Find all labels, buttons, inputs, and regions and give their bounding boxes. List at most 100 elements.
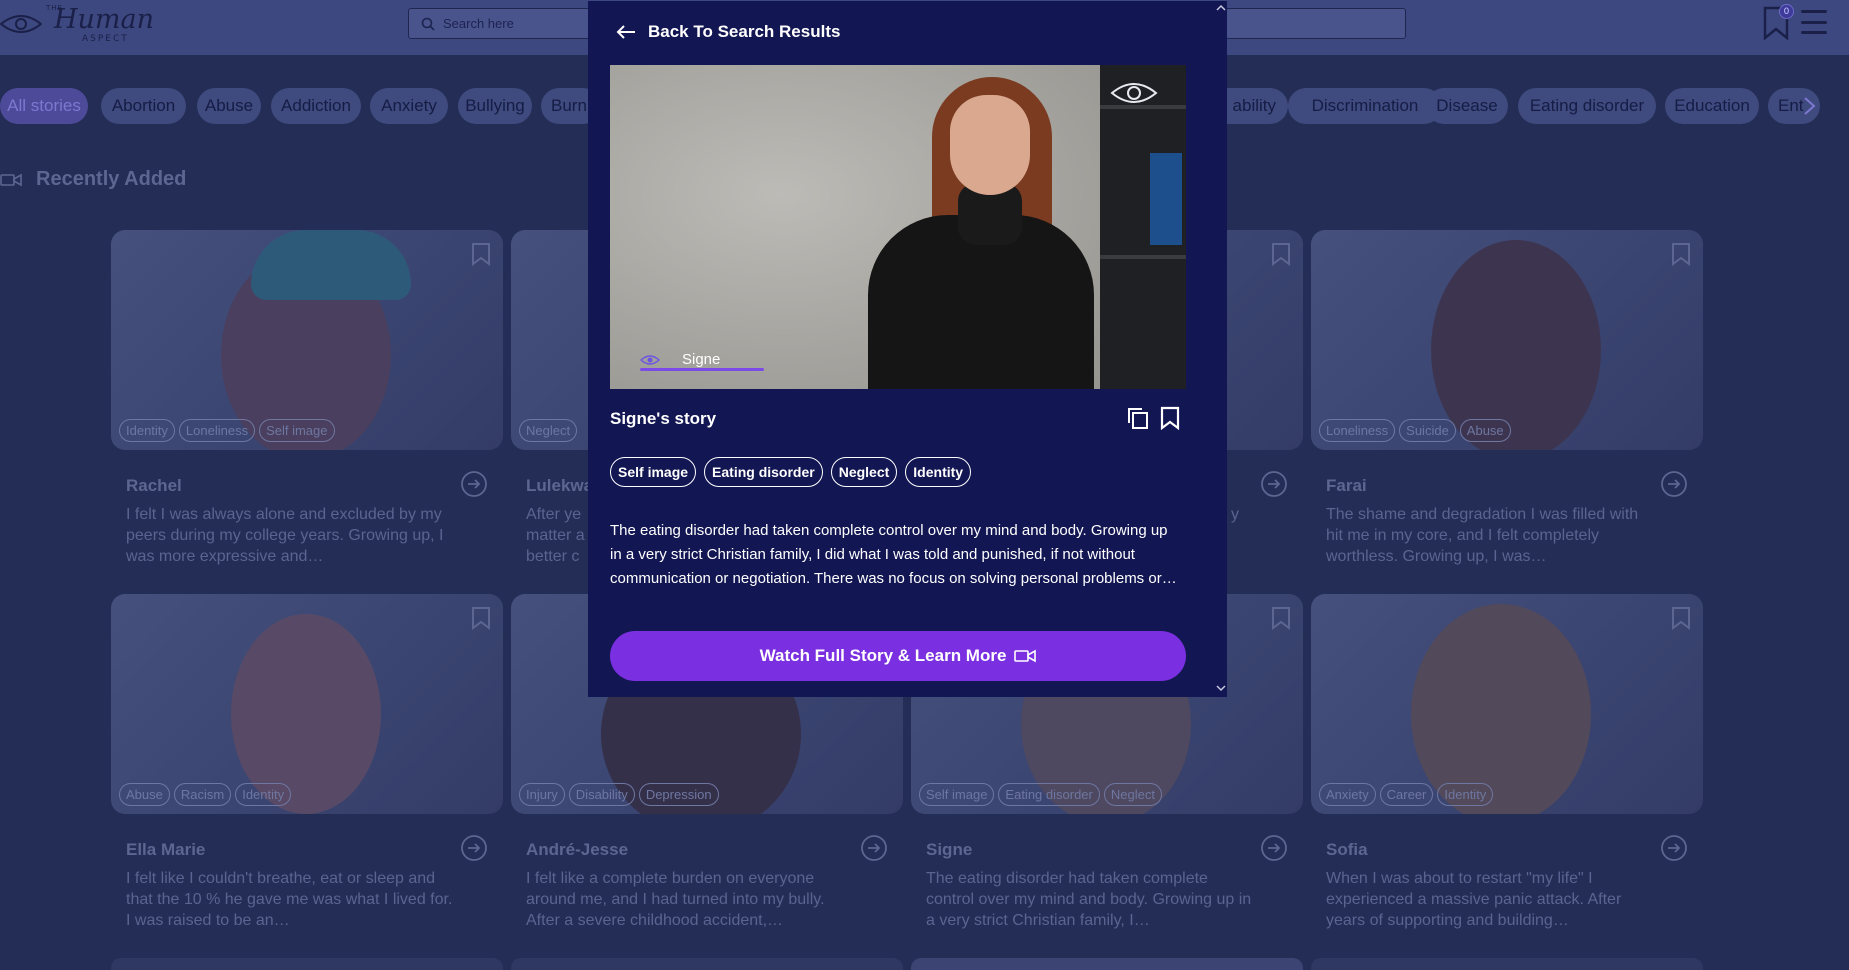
card-name: André-Jesse xyxy=(526,840,629,859)
card-excerpt: I felt I was always alone and excluded b… xyxy=(126,506,444,565)
card-tag[interactable]: Abuse xyxy=(119,783,170,806)
bookmark-icon[interactable] xyxy=(471,242,491,266)
arrow-right-circle-icon[interactable] xyxy=(460,470,488,498)
eye-icon xyxy=(640,354,660,365)
bookmarks-button[interactable]: 0 xyxy=(1762,4,1794,41)
caption-underline xyxy=(640,368,764,371)
card-tag[interactable]: Identity xyxy=(235,783,292,806)
card-tags: Loneliness Suicide Abuse xyxy=(1319,419,1511,442)
card-thumbnail: Anxiety Career Identity xyxy=(1311,594,1703,814)
tag-anxiety[interactable]: Anxiety xyxy=(370,88,448,124)
card-tag[interactable]: Loneliness xyxy=(178,419,256,442)
story-tag[interactable]: Neglect xyxy=(830,457,898,487)
card-excerpt: When I was about to restart "my life" I … xyxy=(1326,870,1622,929)
card-tags: Identity Loneliness Self image xyxy=(119,419,335,442)
watch-label: Watch Full Story & Learn More xyxy=(759,646,1007,665)
story-excerpt: The eating disorder had taken complete c… xyxy=(610,522,1177,587)
card-tag[interactable]: Depression xyxy=(638,783,719,806)
arrow-right-circle-icon[interactable] xyxy=(860,834,888,862)
story-title: Signe's story xyxy=(610,409,717,428)
chevron-down-icon[interactable] xyxy=(1216,683,1226,693)
card-excerpt: The eating disorder had taken complete c… xyxy=(926,870,1252,929)
logo[interactable]: THE Human ASPECT xyxy=(0,2,154,46)
video-player[interactable]: Signe xyxy=(610,65,1186,389)
card-excerpt: y xyxy=(1231,506,1239,523)
card-tag[interactable]: Suicide xyxy=(1399,419,1456,442)
tag-education[interactable]: Education xyxy=(1665,88,1759,124)
bookmark-icon[interactable] xyxy=(1271,242,1291,266)
story-card[interactable] xyxy=(111,958,503,970)
back-to-results-link[interactable]: Back To Search Results xyxy=(616,22,840,42)
arrow-right-circle-icon[interactable] xyxy=(460,834,488,862)
card-tag[interactable]: Self image xyxy=(919,783,995,806)
tag-disease[interactable]: Disease xyxy=(1426,88,1508,124)
copy-icon[interactable] xyxy=(1126,406,1150,430)
card-tag[interactable]: Self image xyxy=(259,419,335,442)
tag-discrimination[interactable]: Discrimination xyxy=(1288,88,1442,124)
story-tags: Self image Eating disorder Neglect Ident… xyxy=(610,457,972,487)
story-card[interactable] xyxy=(1311,958,1703,970)
card-tags: Neglect xyxy=(519,419,578,442)
card-tag[interactable]: Career xyxy=(1379,783,1434,806)
menu-icon[interactable] xyxy=(1801,10,1827,34)
story-card[interactable]: Identity Loneliness Self image Rachel I … xyxy=(111,230,503,565)
story-card[interactable]: Anxiety Career Identity Sofia When I was… xyxy=(1311,594,1703,929)
card-excerpt: After ye matter a better c xyxy=(526,506,585,565)
story-tag[interactable]: Self image xyxy=(610,457,697,487)
card-tag[interactable]: Disability xyxy=(568,783,635,806)
card-tag[interactable]: Identity xyxy=(1437,783,1494,806)
card-tag[interactable]: Abuse xyxy=(1459,419,1511,442)
card-tag[interactable]: Identity xyxy=(119,419,175,442)
arrow-right-circle-icon[interactable] xyxy=(1660,470,1688,498)
story-card[interactable]: Loneliness Suicide Abuse Farai The shame… xyxy=(1311,230,1703,565)
card-excerpt: I felt like a complete burden on everyon… xyxy=(526,870,825,929)
card-tag[interactable]: Injury xyxy=(519,783,565,806)
bookmark-icon[interactable] xyxy=(1160,406,1180,430)
arrow-right-circle-icon[interactable] xyxy=(1660,834,1688,862)
story-card[interactable] xyxy=(911,958,1303,970)
tag-all-stories[interactable]: All stories xyxy=(0,88,88,124)
back-label: Back To Search Results xyxy=(648,22,841,41)
chevron-right-icon[interactable] xyxy=(1800,96,1818,116)
card-tag[interactable]: Eating disorder xyxy=(998,783,1100,806)
card-tag[interactable]: Anxiety xyxy=(1319,783,1376,806)
card-name: Sofia xyxy=(1326,840,1368,859)
chevron-up-icon[interactable] xyxy=(1216,3,1226,13)
card-excerpt: The shame and degradation I was filled w… xyxy=(1326,506,1639,565)
video-caption-name: Signe xyxy=(682,351,721,368)
card-tags: Injury Disability Depression xyxy=(519,783,719,806)
bookmark-count-badge: 0 xyxy=(1779,4,1794,19)
card-tags: Self image Eating disorder Neglect xyxy=(919,783,1162,806)
tag-eating-disorder[interactable]: Eating disorder xyxy=(1518,88,1656,124)
eye-logo-icon xyxy=(0,15,42,33)
card-tag[interactable]: Racism xyxy=(173,783,232,806)
tag-bullying[interactable]: Bullying xyxy=(458,88,532,124)
story-preview-modal: Back To Search Results Signe Signe's sto… xyxy=(588,1,1227,697)
watch-full-story-button[interactable]: Watch Full Story & Learn More xyxy=(610,631,1186,681)
bookmark-icon[interactable] xyxy=(1271,606,1291,630)
arrow-right-circle-icon[interactable] xyxy=(1260,834,1288,862)
card-tag[interactable]: Neglect xyxy=(519,419,578,442)
card-excerpt: I felt like I couldn't breathe, eat or s… xyxy=(126,870,453,929)
card-thumbnail: Identity Loneliness Self image xyxy=(111,230,503,450)
eye-watermark-icon xyxy=(1110,83,1158,103)
card-name: Rachel xyxy=(126,476,182,495)
bookmark-icon[interactable] xyxy=(1671,242,1691,266)
video-camera-icon xyxy=(1014,649,1037,663)
story-card[interactable]: Abuse Racism Identity Ella Marie I felt … xyxy=(111,594,503,929)
bookmark-icon[interactable] xyxy=(1671,606,1691,630)
story-tag[interactable]: Identity xyxy=(905,457,972,487)
card-tag[interactable]: Neglect xyxy=(1103,783,1162,806)
card-tags: Anxiety Career Identity xyxy=(1319,783,1494,806)
logo-aspect: ASPECT xyxy=(82,34,129,44)
card-tag[interactable]: Loneliness xyxy=(1319,419,1396,442)
tag-addiction[interactable]: Addiction xyxy=(271,88,361,124)
card-thumbnail: Loneliness Suicide Abuse xyxy=(1311,230,1703,450)
tag-abuse[interactable]: Abuse xyxy=(197,88,261,124)
bookmark-icon[interactable] xyxy=(471,606,491,630)
story-tag[interactable]: Eating disorder xyxy=(704,457,823,487)
story-card[interactable] xyxy=(511,958,903,970)
tag-abortion[interactable]: Abortion xyxy=(101,88,186,124)
arrow-right-circle-icon[interactable] xyxy=(1260,470,1288,498)
section-header: Recently Added xyxy=(0,168,186,191)
